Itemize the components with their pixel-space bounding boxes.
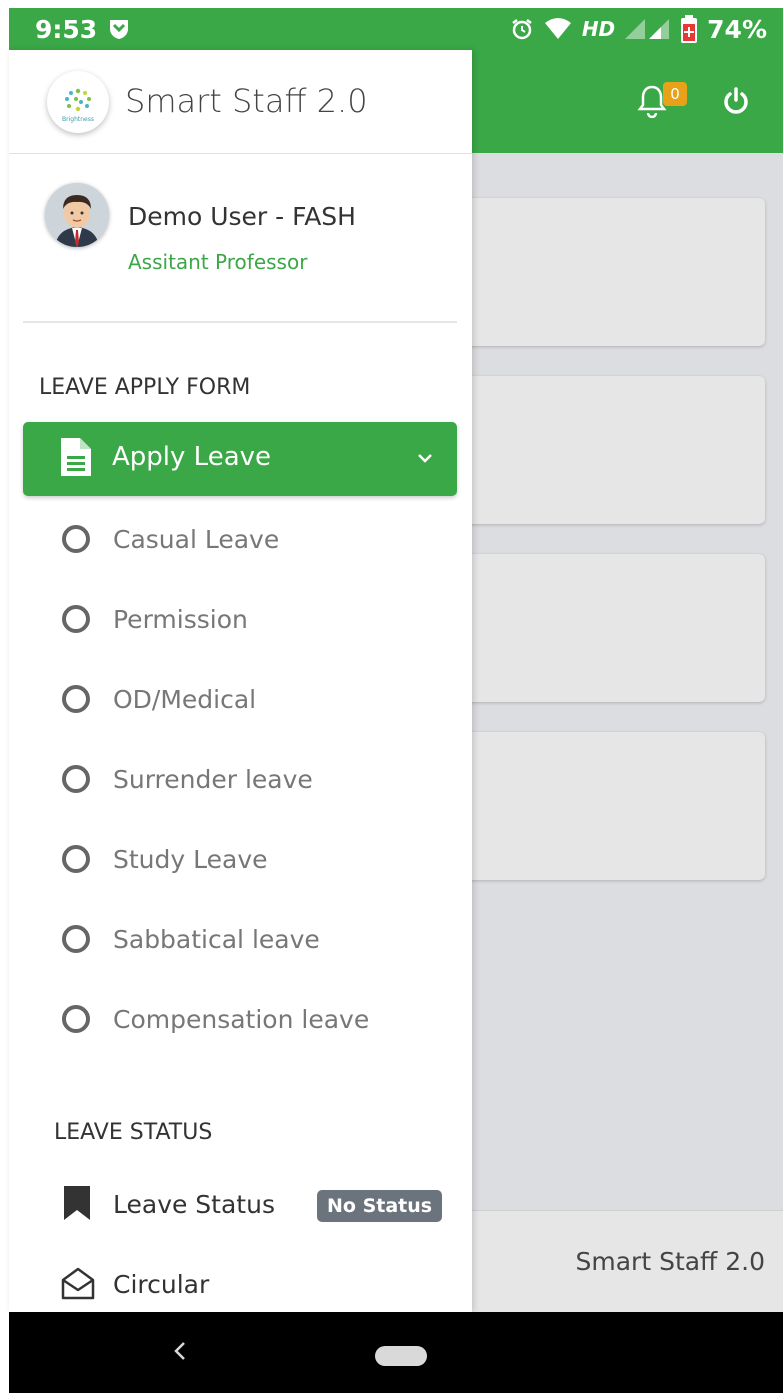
leave-type-od-medical[interactable]: OD/Medical [49, 675, 449, 725]
navigation-bar [9, 1312, 783, 1393]
leave-type-surrender[interactable]: Surrender leave [49, 755, 449, 805]
divider [23, 321, 457, 323]
circular-item[interactable]: Circular [49, 1260, 459, 1312]
user-avatar-icon [45, 183, 109, 247]
apply-leave-label: Apply Leave [112, 442, 272, 472]
dashboard-card[interactable] [429, 198, 765, 346]
section-title-leave-apply: LEAVE APPLY FORM [39, 375, 251, 400]
navigation-drawer: Brightness Smart Staff 2.0 Demo User - F… [9, 50, 472, 1312]
status-bar: 9:53 HD 74% [9, 8, 783, 50]
leave-status-label: Leave Status [113, 1190, 275, 1219]
radio-icon [62, 765, 90, 793]
alarm-icon [512, 19, 532, 40]
envelope-open-icon [61, 1267, 95, 1300]
bookmark-icon [64, 1186, 90, 1220]
network-type: HD [581, 17, 616, 41]
leave-type-label: Surrender leave [113, 765, 313, 794]
leave-type-compensation[interactable]: Compensation leave [49, 995, 449, 1045]
wifi-icon [544, 18, 571, 39]
apply-leave-button[interactable]: Apply Leave [23, 422, 457, 496]
shield-icon [110, 20, 128, 39]
leave-type-sabbatical[interactable]: Sabbatical leave [49, 915, 449, 965]
radio-icon [62, 525, 90, 553]
leave-type-label: Study Leave [113, 845, 268, 874]
section-title-leave-status: LEAVE STATUS [54, 1120, 213, 1145]
radio-icon [62, 845, 90, 873]
battery-percent: 74% [707, 14, 767, 44]
leave-type-permission[interactable]: Permission [49, 595, 449, 645]
radio-icon [62, 1005, 90, 1033]
profile-role: Assitant Professor [128, 250, 308, 274]
leave-type-label: Compensation leave [113, 1005, 370, 1034]
signal-icon [625, 19, 670, 39]
leave-type-label: Casual Leave [113, 525, 280, 554]
profile-name: Demo User - FASH [128, 202, 356, 231]
footer-text: Smart Staff 2.0 [575, 1247, 766, 1276]
avatar [45, 183, 109, 247]
dashboard-card[interactable] [429, 554, 765, 702]
leave-type-casual[interactable]: Casual Leave [49, 515, 449, 565]
logo-text: Brightness [62, 116, 94, 123]
dashboard-card[interactable] [429, 732, 765, 880]
document-icon [61, 438, 91, 476]
drawer-header: Brightness Smart Staff 2.0 [9, 50, 472, 154]
notification-badge: 0 [663, 82, 687, 106]
leave-type-study[interactable]: Study Leave [49, 835, 449, 885]
back-icon[interactable] [171, 1340, 189, 1362]
battery-icon [681, 15, 698, 43]
status-indicators: HD 74% [510, 14, 767, 44]
app-title: Smart Staff 2.0 [125, 82, 368, 120]
leave-type-label: OD/Medical [113, 685, 257, 714]
leave-type-label: Permission [113, 605, 248, 634]
leave-status-item[interactable]: Leave Status No Status [49, 1180, 459, 1236]
power-icon[interactable] [721, 86, 751, 116]
status-time: 9:53 [35, 15, 98, 44]
status-badge: No Status [317, 1190, 443, 1222]
radio-icon [62, 925, 90, 953]
chevron-down-icon [418, 454, 432, 463]
app-logo: Brightness [47, 71, 109, 133]
home-button[interactable] [375, 1346, 427, 1366]
leave-type-label: Sabbatical leave [113, 925, 320, 954]
radio-icon [62, 685, 90, 713]
radio-icon [62, 605, 90, 633]
circular-label: Circular [113, 1270, 210, 1299]
dashboard-card[interactable] [429, 376, 765, 524]
logo-mark: Brightness [62, 88, 94, 123]
